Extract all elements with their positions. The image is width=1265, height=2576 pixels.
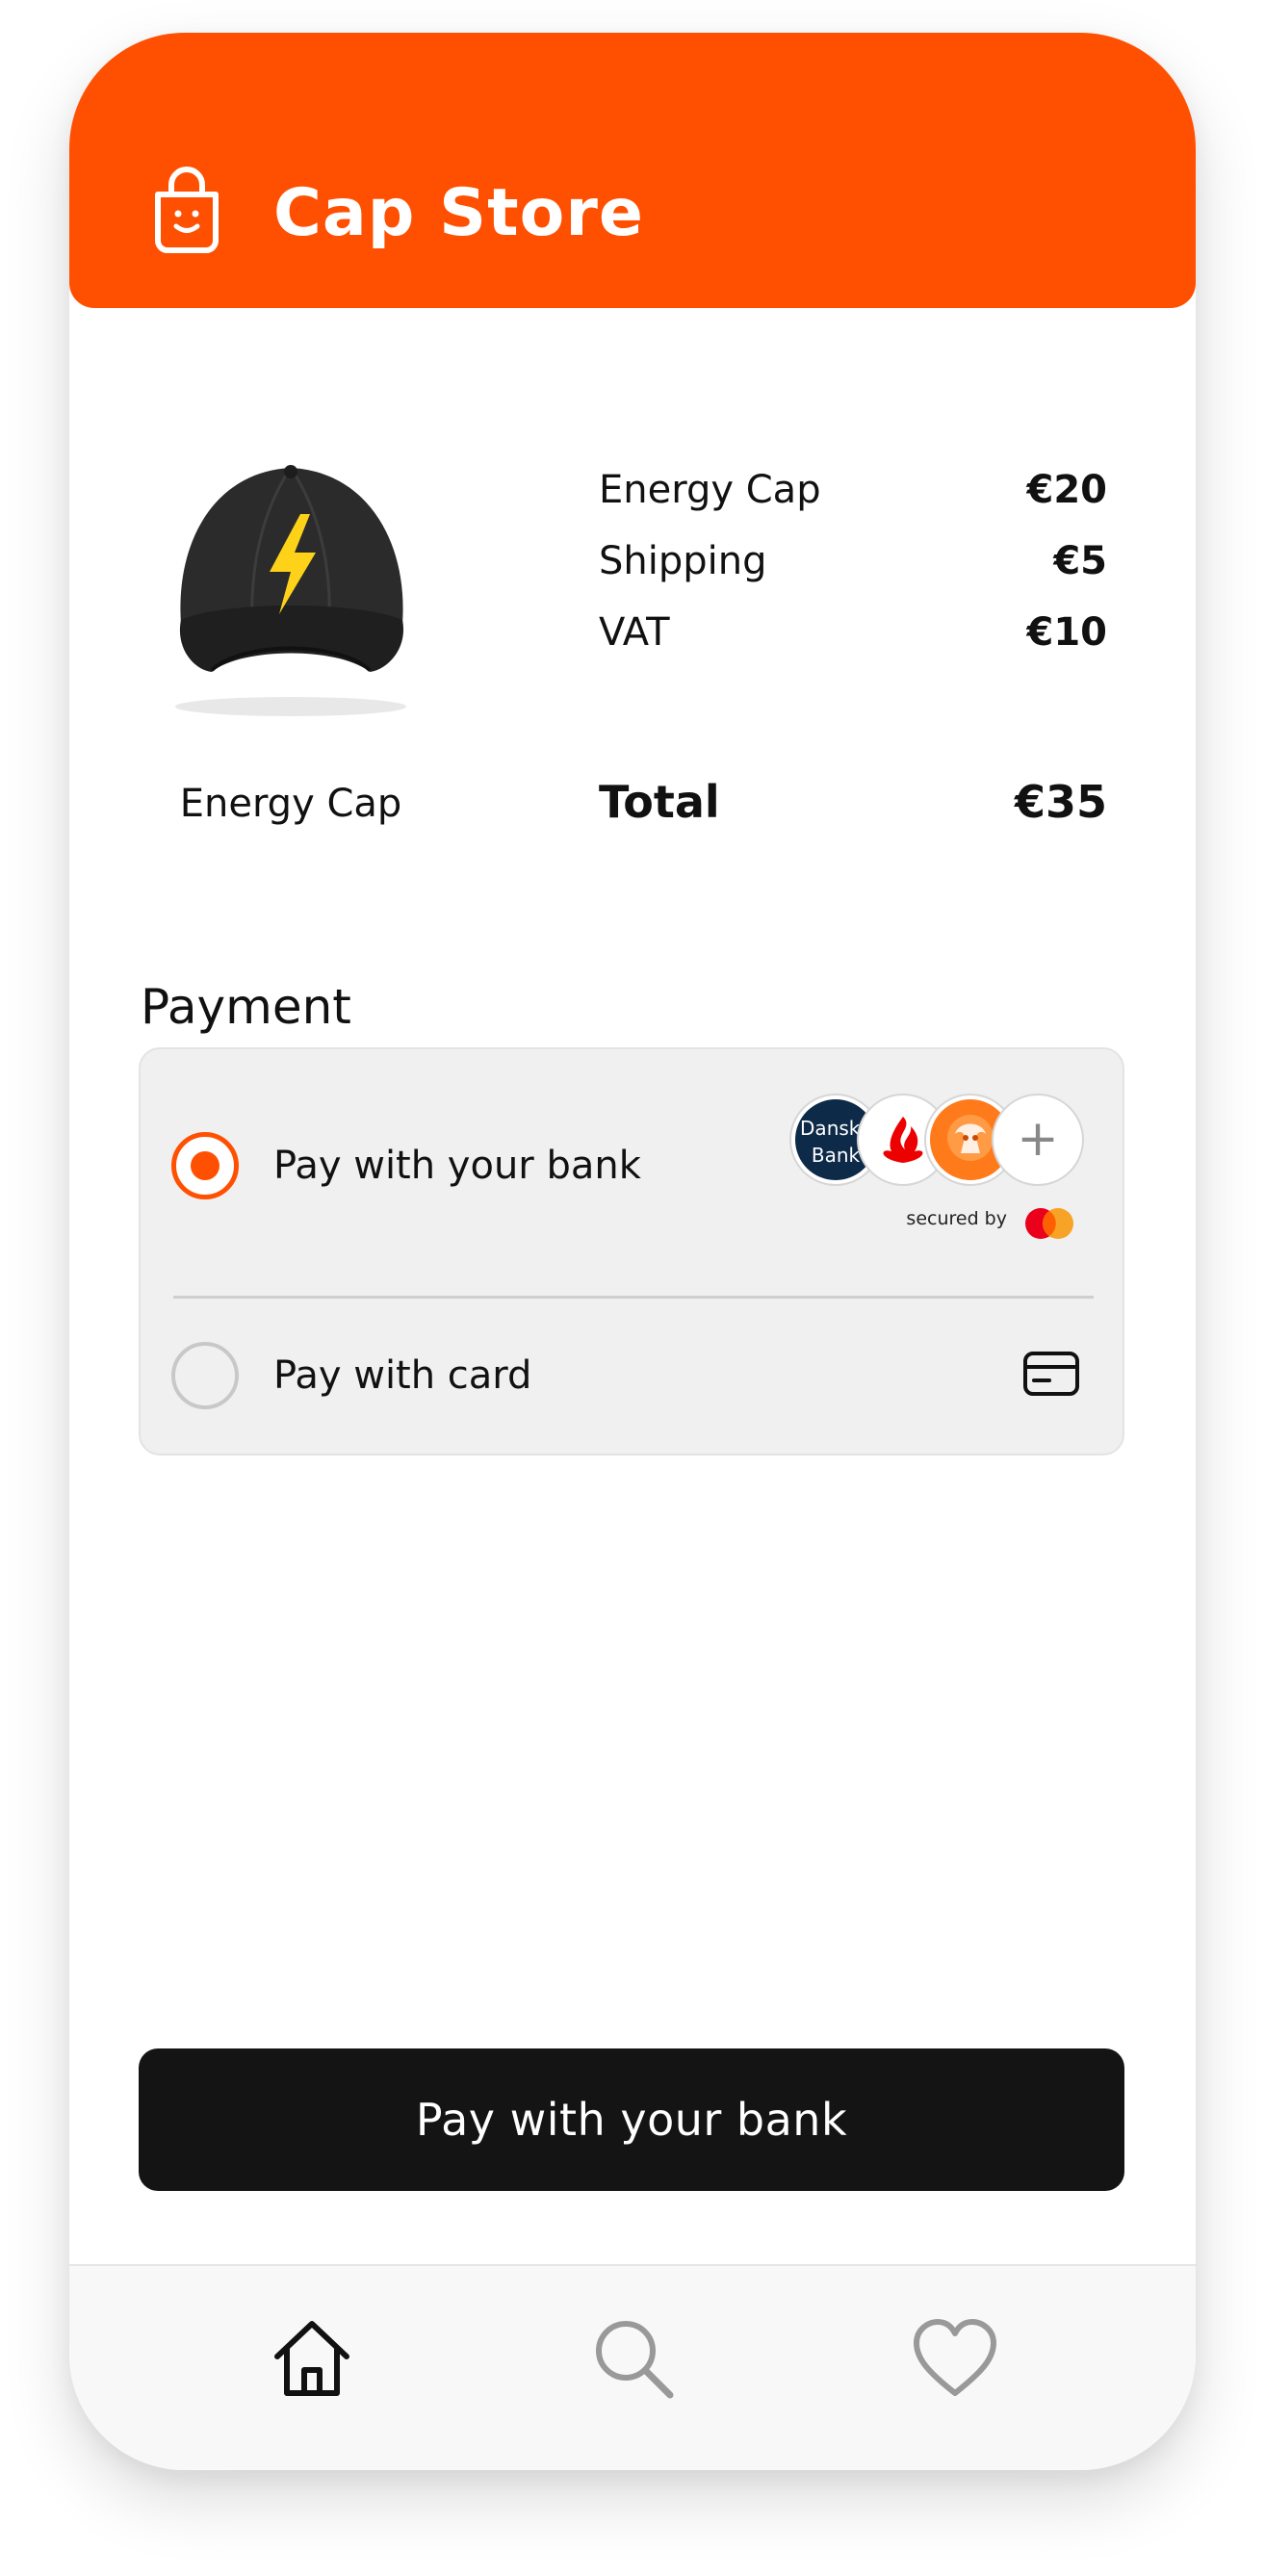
secured-by-text: secured by — [906, 1208, 1007, 1229]
summary-amount: €20 — [1026, 468, 1108, 512]
options-divider — [173, 1296, 1094, 1299]
bank-option-label: Pay with your bank — [273, 1144, 641, 1188]
bank-radio[interactable] — [171, 1132, 239, 1199]
payment-options: Pay with your bank Danske Bank + secured… — [139, 1047, 1124, 1455]
app-title: Cap Store — [273, 175, 644, 251]
pay-with-bank-button[interactable]: Pay with your bank — [139, 2048, 1124, 2191]
summary-row: Shipping €5 — [599, 537, 1107, 585]
payment-option-bank[interactable]: Pay with your bank Danske Bank + secured… — [141, 1049, 1123, 1294]
summary-row: Energy Cap €20 — [599, 466, 1107, 514]
total-amount: €35 — [1014, 776, 1107, 828]
credit-card-icon — [1023, 1352, 1079, 1396]
total-label: Total — [599, 776, 720, 828]
product-name: Energy Cap — [179, 782, 402, 826]
card-radio[interactable] — [171, 1342, 239, 1409]
summary-label: Energy Cap — [599, 468, 821, 512]
phone-screen: Cap Store Energy Cap Energy Cap €20 Ship… — [69, 33, 1196, 2470]
summary-amount: €10 — [1026, 610, 1108, 655]
bottom-tab-bar — [69, 2264, 1196, 2470]
home-icon[interactable] — [266, 2312, 358, 2405]
app-header: Cap Store — [69, 33, 1196, 308]
summary-label: VAT — [599, 610, 670, 655]
more-banks-icon: + — [994, 1095, 1082, 1184]
summary-label: Shipping — [599, 539, 767, 583]
product-image — [175, 465, 406, 716]
payment-option-card[interactable]: Pay with card — [141, 1300, 1123, 1454]
payment-title: Payment — [141, 979, 351, 1035]
mastercard-icon — [1025, 1208, 1073, 1239]
summary-total-row: Total €35 — [599, 778, 1107, 826]
search-icon[interactable] — [587, 2312, 680, 2405]
heart-icon[interactable] — [909, 2312, 1001, 2405]
summary-amount: €5 — [1053, 539, 1107, 583]
summary-row: VAT €10 — [599, 608, 1107, 657]
card-option-label: Pay with card — [273, 1353, 532, 1398]
shopping-bag-icon — [155, 167, 219, 253]
